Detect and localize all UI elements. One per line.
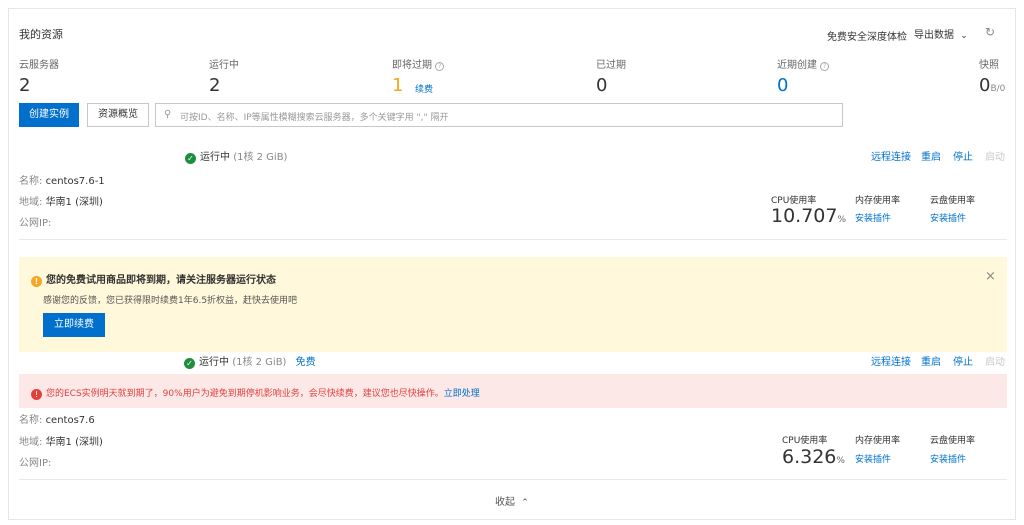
chevron-up-icon: ⌃ bbox=[521, 498, 529, 508]
remote-connect-link[interactable]: 远程连接 bbox=[871, 148, 911, 163]
instance-status: ✓ 运行中 (1核 2 GiB) bbox=[185, 148, 287, 164]
stat-label-servers: 云服务器 bbox=[19, 60, 59, 71]
mem-label: 内存使用率 bbox=[855, 196, 901, 206]
stat-value-expired[interactable]: 0 bbox=[596, 75, 607, 96]
cpu-label: CPU使用率 bbox=[782, 436, 828, 446]
start-link[interactable]: 启动 bbox=[985, 353, 1005, 368]
chevron-down-icon: ⌄ bbox=[960, 31, 968, 41]
free-tag: 免费 bbox=[295, 357, 316, 368]
check-circle-icon: ✓ bbox=[184, 358, 195, 369]
export-dropdown[interactable]: 导出数据 ⌄ bbox=[914, 26, 968, 41]
collapse-toggle[interactable]: 收起 ⌃ bbox=[495, 493, 529, 508]
handle-now-link[interactable]: 立即处理 bbox=[444, 389, 480, 399]
divider bbox=[19, 239, 1007, 240]
stop-link[interactable]: 停止 bbox=[953, 353, 973, 368]
error-icon: ! bbox=[31, 389, 42, 400]
mem-install-plugin-link[interactable]: 安装插件 bbox=[855, 211, 891, 224]
start-link[interactable]: 启动 bbox=[985, 148, 1005, 163]
refresh-icon[interactable]: ↻ bbox=[985, 25, 995, 39]
trial-notice-body: 感谢您的反馈，您已获得限时续费1年6.5折权益，赶快去使用吧 bbox=[43, 296, 298, 306]
help-icon: ? bbox=[820, 62, 830, 71]
stat-label-running: 运行中 bbox=[209, 60, 239, 71]
expire-alert: ! 您的ECS实例明天就到期了，90%用户为避免到期停机影响业务，会尽快续费，建议… bbox=[19, 374, 1007, 408]
search-placeholder: 可按ID、名称、IP等属性模糊搜索云服务器，多个关键字用 "," 隔开 bbox=[180, 113, 449, 123]
stat-label-expired: 已过期 bbox=[596, 60, 626, 71]
disk-install-plugin-link[interactable]: 安装插件 bbox=[930, 211, 966, 224]
resource-overview-button[interactable]: 资源概览 bbox=[87, 103, 149, 127]
renew-now-button[interactable]: 立即续费 bbox=[43, 313, 105, 337]
instance-name: 名称: centos7.6-1 bbox=[19, 176, 105, 187]
disk-label: 云盘使用率 bbox=[930, 196, 976, 206]
stat-label-snapshot: 快照 bbox=[979, 60, 999, 71]
mem-label: 内存使用率 bbox=[855, 436, 901, 446]
stat-label-expiring: 即将过期 ? bbox=[392, 56, 445, 71]
disk-label: 云盘使用率 bbox=[930, 436, 976, 446]
stat-value-servers[interactable]: 2 bbox=[19, 75, 30, 96]
help-icon: ? bbox=[435, 62, 445, 71]
disk-install-plugin-link[interactable]: 安装插件 bbox=[930, 452, 966, 465]
restart-link[interactable]: 重启 bbox=[921, 148, 941, 163]
page-title: 我的资源 bbox=[19, 28, 63, 41]
stat-value-snapshot[interactable]: 0B/0 bbox=[979, 75, 1005, 96]
search-input[interactable]: ⚲ 可按ID、名称、IP等属性模糊搜索云服务器，多个关键字用 "," 隔开 bbox=[155, 103, 843, 127]
check-circle-icon: ✓ bbox=[185, 153, 196, 164]
create-instance-button[interactable]: 创建实例 bbox=[19, 103, 79, 127]
close-icon[interactable]: × bbox=[985, 269, 996, 284]
restart-link[interactable]: 重启 bbox=[921, 353, 941, 368]
stat-value-expiring[interactable]: 1 bbox=[392, 75, 403, 96]
instance-ip-label: 公网IP: bbox=[19, 458, 52, 469]
deep-check-link[interactable]: 免费安全深度体检 bbox=[827, 28, 907, 43]
export-label: 导出数据 bbox=[914, 30, 954, 41]
resources-panel: 我的资源 免费安全深度体检 导出数据 ⌄ ↻ 云服务器 2 运行中 2 即将过期… bbox=[8, 8, 1016, 520]
stat-label-recent: 近期创建 ? bbox=[777, 56, 830, 71]
instance-region: 地域: 华南1 (深圳) bbox=[19, 197, 103, 208]
mem-install-plugin-link[interactable]: 安装插件 bbox=[855, 452, 891, 465]
stat-value-running[interactable]: 2 bbox=[209, 75, 220, 96]
cpu-value: 6.326% bbox=[782, 446, 845, 468]
trial-notice-title: ! 您的免费试用商品即将到期，请关注服务器运行状态 bbox=[31, 271, 276, 287]
cpu-value: 10.707% bbox=[771, 205, 847, 227]
instance-name: 名称: centos7.6 bbox=[19, 415, 95, 426]
search-icon: ⚲ bbox=[164, 109, 172, 120]
warning-icon: ! bbox=[31, 276, 42, 287]
expire-alert-text: ! 您的ECS实例明天就到期了，90%用户为避免到期停机影响业务，会尽快续费，建议… bbox=[31, 386, 480, 400]
trial-notice: ! 您的免费试用商品即将到期，请关注服务器运行状态 感谢您的反馈，您已获得限时续费… bbox=[19, 257, 1007, 352]
remote-connect-link[interactable]: 远程连接 bbox=[871, 353, 911, 368]
stop-link[interactable]: 停止 bbox=[953, 148, 973, 163]
instance-ip-label: 公网IP: bbox=[19, 218, 52, 229]
stat-value-recent[interactable]: 0 bbox=[777, 75, 788, 96]
renew-link[interactable]: 续费 bbox=[415, 82, 433, 95]
divider bbox=[19, 479, 1007, 480]
instance-region: 地域: 华南1 (深圳) bbox=[19, 437, 103, 448]
instance-status: ✓ 运行中 (1核 2 GiB) 免费 bbox=[184, 353, 316, 369]
